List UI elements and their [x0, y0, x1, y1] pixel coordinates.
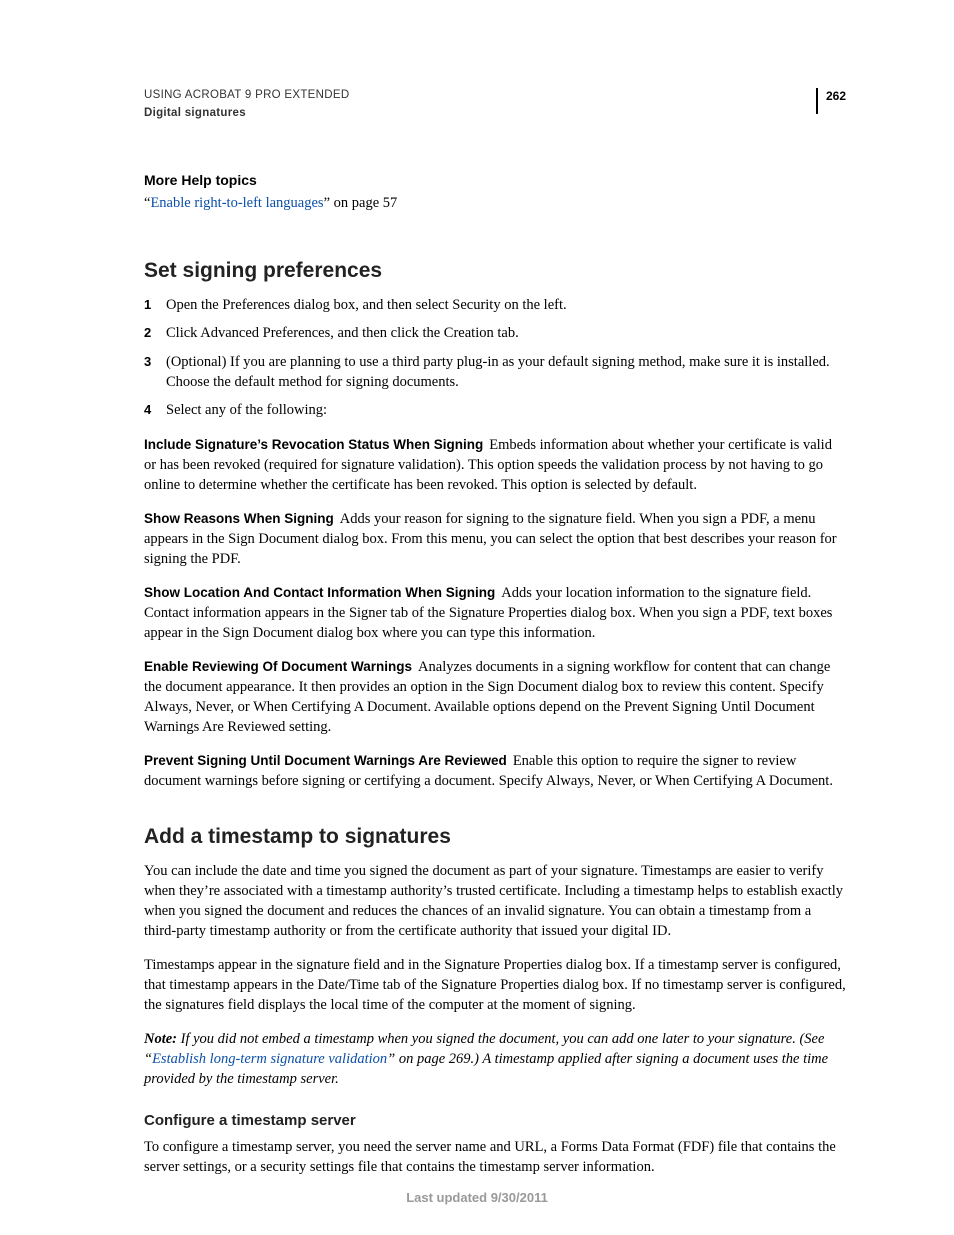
page-header: USING ACROBAT 9 PRO EXTENDED Digital sig… — [144, 88, 846, 121]
section-timestamp: Add a timestamp to signatures You can in… — [144, 823, 846, 1178]
definition-para: Prevent Signing Until Document Warnings … — [144, 751, 846, 791]
body-para: To configure a timestamp server, you nee… — [144, 1137, 846, 1177]
def-term: Prevent Signing Until Document Warnings … — [144, 753, 507, 768]
body-para: Timestamps appear in the signature field… — [144, 955, 846, 1015]
steps-list: Open the Preferences dialog box, and the… — [144, 296, 846, 421]
page-number: 262 — [826, 88, 846, 104]
definition-para: Enable Reviewing Of Document WarningsAna… — [144, 657, 846, 737]
header-left: USING ACROBAT 9 PRO EXTENDED Digital sig… — [144, 88, 349, 121]
doc-section: Digital signatures — [144, 106, 349, 122]
step-item: (Optional) If you are planning to use a … — [144, 353, 846, 392]
step-item: Click Advanced Preferences, and then cli… — [144, 324, 846, 344]
doc-title: USING ACROBAT 9 PRO EXTENDED — [144, 88, 349, 104]
step-item: Open the Preferences dialog box, and the… — [144, 296, 846, 316]
page-number-wrap: 262 — [816, 88, 846, 114]
body-para: You can include the date and time you si… — [144, 861, 846, 941]
def-term: Enable Reviewing Of Document Warnings — [144, 659, 412, 674]
def-term: Show Reasons When Signing — [144, 511, 334, 526]
step-item: Select any of the following: — [144, 401, 846, 421]
definition-para: Include Signature’s Revocation Status Wh… — [144, 435, 846, 495]
def-term: Show Location And Contact Information Wh… — [144, 585, 495, 600]
def-term: Include Signature’s Revocation Status Wh… — [144, 437, 483, 452]
definition-para: Show Reasons When SigningAdds your reaso… — [144, 509, 846, 569]
note-label: Note: — [144, 1031, 177, 1047]
subheading-configure-timestamp: Configure a timestamp server — [144, 1111, 846, 1131]
page-content: USING ACROBAT 9 PRO EXTENDED Digital sig… — [0, 0, 954, 1177]
page-footer: Last updated 9/30/2011 — [0, 1189, 954, 1207]
help-link-rtl[interactable]: Enable right-to-left languages — [150, 195, 323, 211]
heading-add-timestamp: Add a timestamp to signatures — [144, 823, 846, 851]
note-para: Note: If you did not embed a timestamp w… — [144, 1029, 846, 1089]
definition-para: Show Location And Contact Information Wh… — [144, 583, 846, 643]
heading-set-signing-preferences: Set signing preferences — [144, 257, 846, 285]
note-link-validation[interactable]: Establish long-term signature validation — [152, 1051, 387, 1067]
help-topic-line: “Enable right-to-left languages” on page… — [144, 194, 846, 214]
more-help-heading: More Help topics — [144, 171, 846, 190]
quote-close: ” on page 57 — [324, 195, 398, 211]
